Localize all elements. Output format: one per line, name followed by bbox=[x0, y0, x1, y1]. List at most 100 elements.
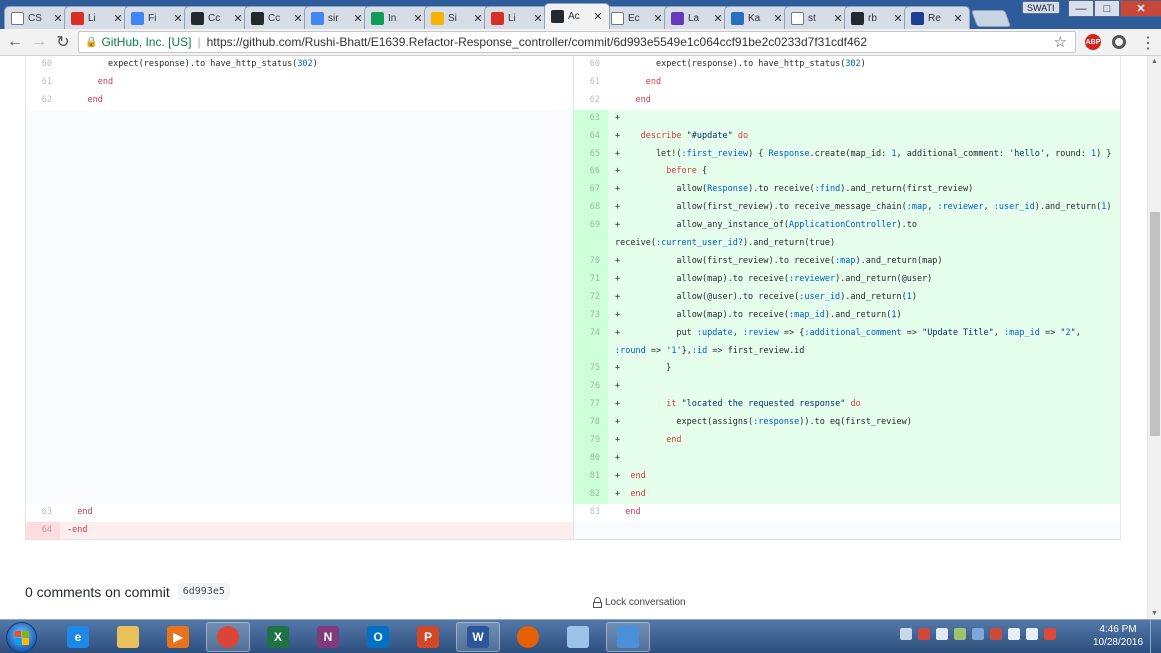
system-clock[interactable]: 4:46 PM 10/28/2016 bbox=[1090, 623, 1146, 649]
browser-tab[interactable]: Cc ✕ bbox=[184, 6, 250, 29]
browser-menu-icon[interactable]: ⋮ bbox=[1140, 33, 1156, 53]
show-desktop-button[interactable] bbox=[1150, 620, 1161, 653]
line-number[interactable]: 66 bbox=[574, 163, 608, 182]
line-number[interactable]: 61 bbox=[26, 74, 60, 92]
close-window-button[interactable]: ✕ bbox=[1120, 0, 1161, 17]
tab-close-icon[interactable]: ✕ bbox=[472, 12, 484, 25]
tab-close-icon[interactable]: ✕ bbox=[532, 12, 544, 25]
tray-security-icon[interactable] bbox=[918, 628, 930, 640]
line-number[interactable]: 64 bbox=[574, 127, 608, 146]
extension-icon[interactable] bbox=[1112, 35, 1126, 49]
line-number[interactable] bbox=[26, 199, 60, 218]
tray-check-icon[interactable] bbox=[954, 628, 966, 640]
line-number[interactable]: 72 bbox=[574, 288, 608, 307]
line-number[interactable]: 73 bbox=[574, 306, 608, 325]
line-number[interactable] bbox=[26, 485, 60, 504]
new-tab-button[interactable] bbox=[970, 10, 1012, 27]
tab-close-icon[interactable]: ✕ bbox=[412, 12, 424, 25]
line-number[interactable] bbox=[26, 270, 60, 289]
tab-close-icon[interactable]: ✕ bbox=[592, 10, 604, 23]
taskbar-app-button[interactable] bbox=[556, 622, 600, 652]
page-scrollbar[interactable]: ▲ ▼ bbox=[1147, 56, 1161, 619]
line-number[interactable]: 71 bbox=[574, 270, 608, 289]
back-arrow-icon[interactable]: ← bbox=[6, 33, 24, 51]
browser-tab[interactable]: Li ✕ bbox=[64, 6, 130, 29]
line-number[interactable]: 63 bbox=[26, 504, 60, 522]
tab-close-icon[interactable]: ✕ bbox=[232, 12, 244, 25]
line-number[interactable]: 68 bbox=[574, 199, 608, 218]
tab-close-icon[interactable]: ✕ bbox=[52, 12, 64, 25]
browser-tab[interactable]: Si ✕ bbox=[424, 6, 490, 29]
tab-close-icon[interactable]: ✕ bbox=[172, 12, 184, 25]
line-number[interactable]: 81 bbox=[574, 467, 608, 486]
maximize-button[interactable]: □ bbox=[1094, 0, 1120, 17]
line-number[interactable] bbox=[26, 181, 60, 200]
browser-tab[interactable]: La ✕ bbox=[664, 6, 730, 29]
line-number[interactable] bbox=[26, 252, 60, 271]
start-button[interactable] bbox=[6, 622, 37, 653]
line-number[interactable]: 79 bbox=[574, 432, 608, 450]
taskbar-app-button[interactable]: O bbox=[356, 622, 400, 652]
tray-battery-icon[interactable] bbox=[1008, 628, 1020, 640]
browser-tab[interactable]: CS ✕ bbox=[4, 6, 70, 29]
taskbar-app-button[interactable]: P bbox=[406, 622, 450, 652]
browser-tab[interactable]: st ✕ bbox=[784, 6, 850, 29]
line-number[interactable] bbox=[26, 467, 60, 486]
forward-arrow-icon[interactable]: → bbox=[30, 33, 48, 51]
tab-close-icon[interactable]: ✕ bbox=[952, 12, 964, 25]
line-number[interactable]: 83 bbox=[574, 504, 608, 522]
browser-tab[interactable]: Ec ✕ bbox=[604, 6, 670, 29]
line-number[interactable] bbox=[26, 163, 60, 182]
line-number[interactable] bbox=[26, 414, 60, 433]
reload-icon[interactable]: ↻ bbox=[54, 33, 72, 51]
browser-tab[interactable]: Ka ✕ bbox=[724, 6, 790, 29]
tab-close-icon[interactable]: ✕ bbox=[352, 12, 364, 25]
tray-ime-icon[interactable] bbox=[900, 628, 912, 640]
taskbar-app-button[interactable] bbox=[106, 622, 150, 652]
address-bar[interactable]: 🔒 GitHub, Inc. [US] | https://github.com… bbox=[78, 31, 1076, 53]
line-number[interactable]: 65 bbox=[574, 145, 608, 164]
line-number[interactable]: 62 bbox=[574, 92, 608, 110]
adblock-extension-icon[interactable]: ABP bbox=[1085, 34, 1101, 50]
tray-volume-icon[interactable] bbox=[1044, 628, 1056, 640]
taskbar-app-button[interactable]: e bbox=[56, 622, 100, 652]
line-number[interactable]: 63 bbox=[574, 109, 608, 128]
tray-network-icon[interactable] bbox=[1026, 628, 1038, 640]
line-number[interactable]: 75 bbox=[574, 360, 608, 379]
taskbar-app-button[interactable]: ▶ bbox=[156, 622, 200, 652]
tray-device-icon[interactable] bbox=[936, 628, 948, 640]
taskbar-app-button[interactable] bbox=[506, 622, 550, 652]
line-number[interactable]: 74 bbox=[574, 324, 608, 361]
line-number[interactable] bbox=[26, 217, 60, 253]
browser-tab[interactable]: rb ✕ bbox=[844, 6, 910, 29]
browser-tab[interactable]: Re ✕ bbox=[904, 6, 970, 29]
browser-tab[interactable]: Cc ✕ bbox=[244, 6, 310, 29]
tab-close-icon[interactable]: ✕ bbox=[292, 12, 304, 25]
line-number[interactable] bbox=[26, 306, 60, 325]
line-number[interactable] bbox=[26, 127, 60, 146]
browser-tab[interactable]: Li ✕ bbox=[484, 6, 550, 29]
line-number[interactable] bbox=[26, 449, 60, 468]
line-number[interactable]: 69 bbox=[574, 217, 608, 253]
browser-tab[interactable]: Fi ✕ bbox=[124, 6, 190, 29]
line-number[interactable]: 60 bbox=[574, 56, 608, 74]
line-number[interactable]: 70 bbox=[574, 252, 608, 271]
site-identity[interactable]: GitHub, Inc. [US] bbox=[101, 35, 191, 49]
line-number[interactable] bbox=[26, 324, 60, 361]
line-number[interactable] bbox=[26, 396, 60, 415]
tab-close-icon[interactable]: ✕ bbox=[112, 12, 124, 25]
taskbar-app-button[interactable] bbox=[606, 622, 650, 652]
line-number[interactable]: 77 bbox=[574, 396, 608, 415]
lock-conversation-button[interactable]: Lock conversation bbox=[593, 597, 686, 608]
scroll-up-arrow-icon[interactable]: ▲ bbox=[1151, 58, 1158, 65]
line-number[interactable] bbox=[26, 360, 60, 379]
tray-action-center-icon[interactable] bbox=[990, 628, 1002, 640]
bookmark-star-icon[interactable]: ☆ bbox=[1054, 33, 1067, 51]
line-number[interactable] bbox=[26, 288, 60, 307]
line-number[interactable]: 78 bbox=[574, 414, 608, 433]
tab-close-icon[interactable]: ✕ bbox=[832, 12, 844, 25]
commit-sha-badge[interactable]: 6d993e5 bbox=[177, 583, 230, 600]
tab-close-icon[interactable]: ✕ bbox=[772, 12, 784, 25]
scroll-down-arrow-icon[interactable]: ▼ bbox=[1151, 610, 1158, 617]
taskbar-app-button[interactable]: W bbox=[456, 622, 500, 652]
